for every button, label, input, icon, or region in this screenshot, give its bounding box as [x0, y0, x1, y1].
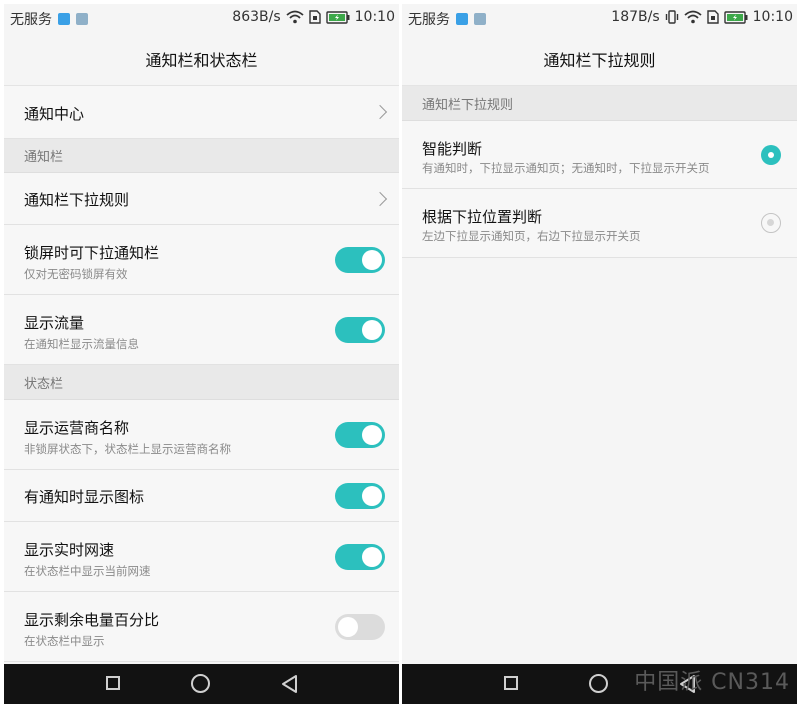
right-screen: 无服务 187B/s 10:10 通知栏下拉规则 通知栏下拉规则 智能判断 有通… [402, 4, 797, 704]
radio-selected[interactable] [761, 145, 781, 165]
option-subtitle: 左边下拉显示通知页，右边下拉显示开关页 [422, 229, 641, 243]
item-title: 显示剩余电量百分比 [24, 611, 160, 629]
list-item-pulldown-rule[interactable]: 通知栏下拉规则 [4, 173, 399, 225]
item-title: 锁屏时可下拉通知栏 [24, 244, 160, 262]
section-header-notification-bar: 通知栏 [4, 139, 399, 173]
battery-percent-toggle[interactable] [335, 614, 385, 640]
image-notification-icon [76, 13, 88, 25]
item-title: 通知中心 [24, 105, 85, 123]
item-subtitle: 仅对无密码锁屏有效 [24, 267, 128, 281]
option-smart[interactable]: 智能判断 有通知时，下拉显示通知页；无通知时，下拉显示开关页 [402, 121, 797, 189]
back-icon[interactable] [280, 674, 298, 694]
chevron-right-icon [372, 104, 388, 120]
item-title: 显示运营商名称 [24, 419, 130, 437]
item-subtitle: 非锁屏状态下，状态栏上显示运营商名称 [24, 442, 231, 456]
status-bar: 无服务 187B/s 10:10 [402, 4, 797, 32]
wifi-icon [286, 10, 304, 24]
app-notification-icon [58, 13, 70, 25]
page-title: 通知栏和状态栏 [4, 32, 399, 86]
radio-unselected[interactable] [761, 213, 781, 233]
option-subtitle: 有通知时，下拉显示通知页；无通知时，下拉显示开关页 [422, 161, 710, 175]
recent-apps-icon[interactable] [504, 676, 518, 690]
section-header-pulldown-rule: 通知栏下拉规则 [402, 86, 797, 121]
item-title: 显示实时网速 [24, 541, 115, 559]
recent-apps-icon[interactable] [106, 676, 120, 690]
watermark: 中国派 CN314 [634, 670, 790, 695]
settings-list: 通知中心 通知栏 通知栏下拉规则 锁屏时可下拉通知栏 仅对无密码锁屏有效 显示流… [4, 86, 399, 662]
carrier-text: 无服务 [10, 12, 52, 28]
lockscreen-pulldown-toggle[interactable] [335, 247, 385, 273]
left-screen: 无服务 863B/s 10:10 通知栏和状态栏 通知中心 通知栏 通知栏下拉规… [4, 4, 399, 704]
item-title: 显示流量 [24, 314, 85, 332]
item-title: 有通知时显示图标 [24, 488, 145, 506]
item-title: 通知栏下拉规则 [24, 191, 130, 209]
image-notification-icon [474, 13, 486, 25]
options-list: 通知栏下拉规则 智能判断 有通知时，下拉显示通知页；无通知时，下拉显示开关页 根… [402, 86, 797, 258]
list-item-show-traffic: 显示流量 在通知栏显示流量信息 [4, 295, 399, 365]
show-traffic-toggle[interactable] [335, 317, 385, 343]
list-item-notification-center[interactable]: 通知中心 [4, 86, 399, 139]
section-header-status-bar: 状态栏 [4, 365, 399, 400]
vibrate-icon [665, 10, 678, 24]
carrier-name-toggle[interactable] [335, 422, 385, 448]
battery-icon [723, 10, 748, 24]
status-bar: 无服务 863B/s 10:10 [4, 4, 399, 32]
notification-icons-toggle[interactable] [335, 483, 385, 509]
home-icon[interactable] [191, 674, 210, 693]
app-notification-icon [456, 13, 468, 25]
list-item-lockscreen-pulldown: 锁屏时可下拉通知栏 仅对无密码锁屏有效 [4, 225, 399, 295]
page-title: 通知栏下拉规则 [402, 32, 797, 86]
home-icon[interactable] [589, 674, 608, 693]
item-subtitle: 在通知栏显示流量信息 [24, 337, 139, 351]
item-subtitle: 在状态栏中显示当前网速 [24, 564, 151, 578]
navigation-bar [4, 664, 399, 704]
sim-icon [308, 10, 321, 24]
network-speed-text: 863B/s [232, 9, 281, 25]
list-item-notification-icons: 有通知时显示图标 [4, 470, 399, 522]
carrier-text: 无服务 [408, 12, 450, 28]
list-item-realtime-speed: 显示实时网速 在状态栏中显示当前网速 [4, 522, 399, 592]
clock-text: 10:10 [354, 9, 395, 25]
option-title: 智能判断 [422, 140, 483, 158]
realtime-speed-toggle[interactable] [335, 544, 385, 570]
wifi-icon [684, 10, 702, 24]
chevron-right-icon [372, 191, 388, 207]
list-item-battery-percent: 显示剩余电量百分比 在状态栏中显示 [4, 592, 399, 662]
clock-text: 10:10 [752, 9, 793, 25]
list-item-carrier-name: 显示运营商名称 非锁屏状态下，状态栏上显示运营商名称 [4, 400, 399, 470]
option-by-position[interactable]: 根据下拉位置判断 左边下拉显示通知页，右边下拉显示开关页 [402, 189, 797, 258]
sim-icon [706, 10, 719, 24]
option-title: 根据下拉位置判断 [422, 208, 543, 226]
network-speed-text: 187B/s [611, 9, 660, 25]
item-subtitle: 在状态栏中显示 [24, 634, 105, 648]
battery-icon [325, 10, 350, 24]
